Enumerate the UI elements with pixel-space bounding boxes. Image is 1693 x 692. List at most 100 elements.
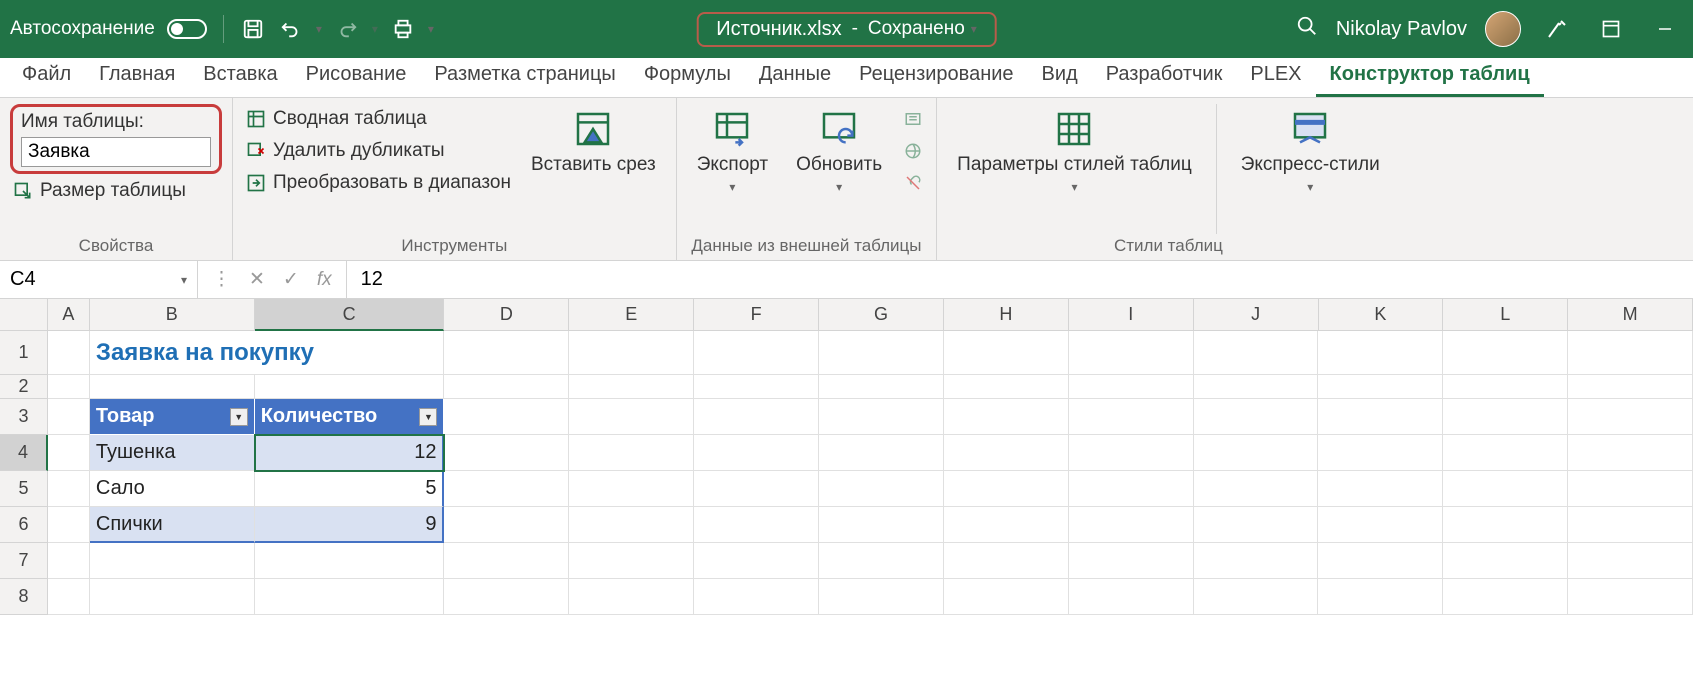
cell-K7[interactable]	[1318, 543, 1443, 579]
cell-G2[interactable]	[819, 375, 944, 399]
save-icon[interactable]	[240, 16, 266, 42]
cell-K3[interactable]	[1318, 399, 1443, 435]
tablename-input[interactable]	[21, 137, 211, 167]
cell-J2[interactable]	[1194, 375, 1319, 399]
tab-home[interactable]: Главная	[85, 55, 189, 97]
export-button[interactable]: Экспорт ▾	[687, 104, 778, 198]
cell-I4[interactable]	[1069, 435, 1194, 471]
tab-view[interactable]: Вид	[1028, 55, 1092, 97]
openbrowser-button[interactable]	[900, 136, 926, 166]
coming-soon-icon[interactable]	[1539, 11, 1575, 47]
cell-I6[interactable]	[1069, 507, 1194, 543]
cell-A8[interactable]	[48, 579, 90, 615]
col-header-A[interactable]: A	[48, 299, 90, 331]
cell-E3[interactable]	[569, 399, 694, 435]
row-header-3[interactable]: 3	[0, 399, 48, 435]
cell-D6[interactable]	[444, 507, 569, 543]
cell-E8[interactable]	[569, 579, 694, 615]
cell-D2[interactable]	[444, 375, 569, 399]
cell-C6[interactable]: 9	[255, 507, 445, 543]
cell-I8[interactable]	[1069, 579, 1194, 615]
cell-F3[interactable]	[694, 399, 819, 435]
tab-formulas[interactable]: Формулы	[630, 55, 745, 97]
row-header-5[interactable]: 5	[0, 471, 48, 507]
cell-C3[interactable]: Количество▼	[255, 399, 445, 435]
cell-H8[interactable]	[944, 579, 1069, 615]
cell-A1[interactable]	[48, 331, 90, 375]
username[interactable]: Nikolay Pavlov	[1336, 18, 1467, 41]
cell-M5[interactable]	[1568, 471, 1693, 507]
cell-M2[interactable]	[1568, 375, 1693, 399]
cell-B6[interactable]: Спички	[90, 507, 255, 543]
col-header-L[interactable]: L	[1443, 299, 1568, 331]
cell-B5[interactable]: Сало	[90, 471, 255, 507]
cell-D1[interactable]	[444, 331, 569, 375]
col-header-E[interactable]: E	[569, 299, 694, 331]
cell-G8[interactable]	[819, 579, 944, 615]
enter-icon[interactable]: ✓	[283, 268, 299, 291]
cell-K2[interactable]	[1318, 375, 1443, 399]
fx-icon[interactable]: fx	[317, 269, 332, 291]
cell-L3[interactable]	[1443, 399, 1568, 435]
cell-B1[interactable]: Заявка на покупку	[90, 331, 445, 375]
cell-F2[interactable]	[694, 375, 819, 399]
insert-slicer-button[interactable]: Вставить срез	[521, 104, 666, 180]
cell-F8[interactable]	[694, 579, 819, 615]
col-header-C[interactable]: C	[255, 299, 445, 331]
cell-G5[interactable]	[819, 471, 944, 507]
cell-L8[interactable]	[1443, 579, 1568, 615]
redo-dropdown[interactable]: ▾	[372, 22, 378, 36]
row-header-4[interactable]: 4	[0, 435, 48, 471]
cell-F1[interactable]	[694, 331, 819, 375]
cell-D7[interactable]	[444, 543, 569, 579]
cell-J5[interactable]	[1194, 471, 1319, 507]
cell-C2[interactable]	[255, 375, 445, 399]
cell-H5[interactable]	[944, 471, 1069, 507]
col-header-H[interactable]: H	[944, 299, 1069, 331]
style-options-button[interactable]: Параметры стилей таблиц ▾	[947, 104, 1202, 198]
cell-H3[interactable]	[944, 399, 1069, 435]
tab-pagelayout[interactable]: Разметка страницы	[420, 55, 629, 97]
tab-file[interactable]: Файл	[8, 55, 85, 97]
convert-range-button[interactable]: Преобразовать в диапазон	[243, 168, 513, 198]
cell-H4[interactable]	[944, 435, 1069, 471]
name-box[interactable]: C4 ▾	[0, 261, 198, 298]
pivot-button[interactable]: Сводная таблица	[243, 104, 513, 134]
cell-D4[interactable]	[444, 435, 569, 471]
qat-customize[interactable]: ▾	[428, 22, 434, 36]
tab-review[interactable]: Рецензирование	[845, 55, 1027, 97]
cell-M8[interactable]	[1568, 579, 1693, 615]
cell-I1[interactable]	[1069, 331, 1194, 375]
cell-G4[interactable]	[819, 435, 944, 471]
row-header-7[interactable]: 7	[0, 543, 48, 579]
cell-J8[interactable]	[1194, 579, 1319, 615]
cell-I5[interactable]	[1069, 471, 1194, 507]
resize-table-button[interactable]: Размер таблицы	[10, 176, 222, 206]
ribbon-display-icon[interactable]	[1593, 11, 1629, 47]
minimize-icon[interactable]	[1647, 11, 1683, 47]
tab-tabledesign[interactable]: Конструктор таблиц	[1316, 55, 1544, 97]
undo-icon[interactable]	[278, 16, 304, 42]
cell-E6[interactable]	[569, 507, 694, 543]
cell-H7[interactable]	[944, 543, 1069, 579]
cell-F5[interactable]	[694, 471, 819, 507]
cell-A3[interactable]	[48, 399, 90, 435]
cell-L4[interactable]	[1443, 435, 1568, 471]
cell-A7[interactable]	[48, 543, 90, 579]
cell-K6[interactable]	[1318, 507, 1443, 543]
cell-B4[interactable]: Тушенка	[90, 435, 255, 471]
remove-duplicates-button[interactable]: Удалить дубликаты	[243, 136, 513, 166]
cell-C7[interactable]	[255, 543, 445, 579]
unlink-button[interactable]	[900, 168, 926, 198]
tab-data[interactable]: Данные	[745, 55, 845, 97]
cell-M6[interactable]	[1568, 507, 1693, 543]
cell-E4[interactable]	[569, 435, 694, 471]
filter-icon[interactable]: ▼	[230, 408, 248, 426]
cell-B3[interactable]: Товар▼	[90, 399, 255, 435]
fb-dropdown-icon[interactable]: ⋮	[212, 268, 231, 291]
col-header-F[interactable]: F	[694, 299, 819, 331]
cell-D5[interactable]	[444, 471, 569, 507]
row-header-2[interactable]: 2	[0, 375, 48, 399]
cell-E7[interactable]	[569, 543, 694, 579]
cell-M3[interactable]	[1568, 399, 1693, 435]
